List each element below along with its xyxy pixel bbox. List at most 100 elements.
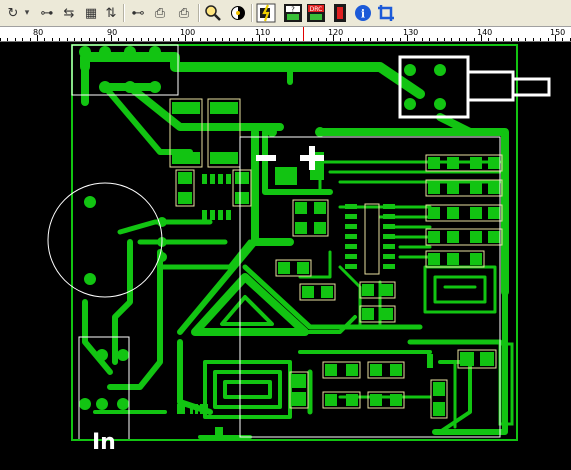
ruler-tick <box>15 38 16 41</box>
ruler-tick <box>59 38 60 41</box>
ruler-tick <box>466 38 467 41</box>
ruler-tick <box>355 38 356 41</box>
crop-icon[interactable] <box>376 3 396 23</box>
ruler-tick <box>444 38 445 41</box>
ruler-label: 120 <box>328 28 344 37</box>
ruler-tick <box>496 38 497 41</box>
ruler-tick <box>81 38 82 41</box>
ruler-tick <box>52 38 53 41</box>
ruler-tick <box>237 38 238 41</box>
ruler-tick <box>562 38 563 41</box>
toolbar: ↻ ▾ ⊶ ⇆ ▦ ⇅ ⊷ ⎙ ⎙ ? DRC i <box>0 0 571 27</box>
ruler-tick <box>363 38 364 41</box>
ruler-tick <box>104 38 105 41</box>
print-icon-2[interactable]: ⎙ <box>174 3 194 23</box>
ruler-tick <box>259 35 260 41</box>
ruler-tick <box>459 38 460 41</box>
ruler-label: 110 <box>255 28 271 37</box>
ruler-tick <box>333 35 334 41</box>
ruler-tick <box>74 38 75 41</box>
stop-icon[interactable] <box>330 3 350 23</box>
ruler-tick <box>274 38 275 41</box>
ruler-cursor-marker <box>303 27 304 41</box>
ruler-tick <box>185 35 186 41</box>
ruler-tick <box>429 38 430 41</box>
contrast-icon[interactable] <box>228 3 248 23</box>
component-icon[interactable] <box>256 3 276 23</box>
svg-text:?: ? <box>291 6 295 14</box>
align-icon[interactable]: ⇅ <box>101 3 121 23</box>
ruler-tick <box>377 38 378 41</box>
ruler-tick <box>511 38 512 41</box>
ruler-tick <box>437 38 438 41</box>
ruler-tick <box>37 35 38 41</box>
ruler-tick <box>89 38 90 41</box>
ruler-tick <box>111 35 112 41</box>
ruler-tick <box>518 38 519 41</box>
ruler-tick <box>540 38 541 41</box>
ruler-tick <box>451 38 452 41</box>
ruler-tick <box>0 38 1 41</box>
ruler-tick <box>200 38 201 41</box>
ruler-label: 80 <box>33 28 44 37</box>
ruler-tick <box>178 38 179 41</box>
ruler-tick <box>22 38 23 41</box>
ruler-tick <box>133 38 134 41</box>
ruler-tick <box>348 38 349 41</box>
ruler-tick <box>296 38 297 41</box>
toolbar-separator <box>251 4 253 22</box>
ruler-tick <box>548 38 549 41</box>
input-silk-label: In <box>92 430 116 455</box>
ruler-tick <box>118 38 119 41</box>
ruler-tick <box>407 35 408 41</box>
ruler-tick <box>414 38 415 41</box>
ruler-tick <box>96 38 97 41</box>
route-icon[interactable]: ⊶ <box>37 3 57 23</box>
dropdown-arrow-icon[interactable]: ▾ <box>21 3 33 23</box>
horizontal-ruler: 80 90 100 110 120 130 140 150 <box>0 27 571 42</box>
ruler-tick <box>392 38 393 41</box>
ruler-tick <box>222 38 223 41</box>
ruler-tick <box>281 38 282 41</box>
ruler-tick <box>400 38 401 41</box>
ruler-tick <box>67 38 68 41</box>
ruler-tick <box>163 38 164 41</box>
ruler-tick <box>44 38 45 41</box>
ruler-tick <box>148 38 149 41</box>
refresh-icon[interactable]: ↻ <box>3 3 23 23</box>
drc-icon[interactable]: DRC <box>306 3 326 23</box>
measure-icon[interactable]: ⊷ <box>128 3 148 23</box>
ruler-tick <box>155 38 156 41</box>
info-icon[interactable]: i <box>353 3 373 23</box>
svg-text:i: i <box>361 8 365 21</box>
ruler-tick <box>481 35 482 41</box>
ruler-tick <box>7 38 8 41</box>
print-icon[interactable]: ⎙ <box>150 3 170 23</box>
ruler-tick <box>555 35 556 41</box>
ruler-tick <box>488 38 489 41</box>
connect-icon[interactable]: ⇆ <box>59 3 79 23</box>
toolbar-separator <box>198 4 200 22</box>
ruler-tick <box>289 38 290 41</box>
ruler-tick <box>326 38 327 41</box>
zoom-icon[interactable] <box>203 3 223 23</box>
ruler-label: 150 <box>550 28 566 37</box>
ruler-tick <box>30 38 31 41</box>
ruler-tick <box>215 38 216 41</box>
ruler-tick <box>192 38 193 41</box>
ruler-tick <box>340 38 341 41</box>
ruler-tick <box>229 38 230 41</box>
ruler-tick <box>266 38 267 41</box>
check-icon[interactable]: ? <box>283 3 303 23</box>
grid-icon[interactable]: ▦ <box>81 3 101 23</box>
ruler-tick <box>311 38 312 41</box>
ruler-label: 100 <box>180 28 196 37</box>
pcb-canvas[interactable] <box>0 42 571 466</box>
svg-text:DRC: DRC <box>310 6 323 13</box>
ruler-tick <box>533 38 534 41</box>
toolbar-separator <box>123 4 125 22</box>
ruler-tick <box>318 38 319 41</box>
ruler-label: 90 <box>107 28 118 37</box>
ruler-tick <box>385 38 386 41</box>
ruler-tick <box>252 38 253 41</box>
